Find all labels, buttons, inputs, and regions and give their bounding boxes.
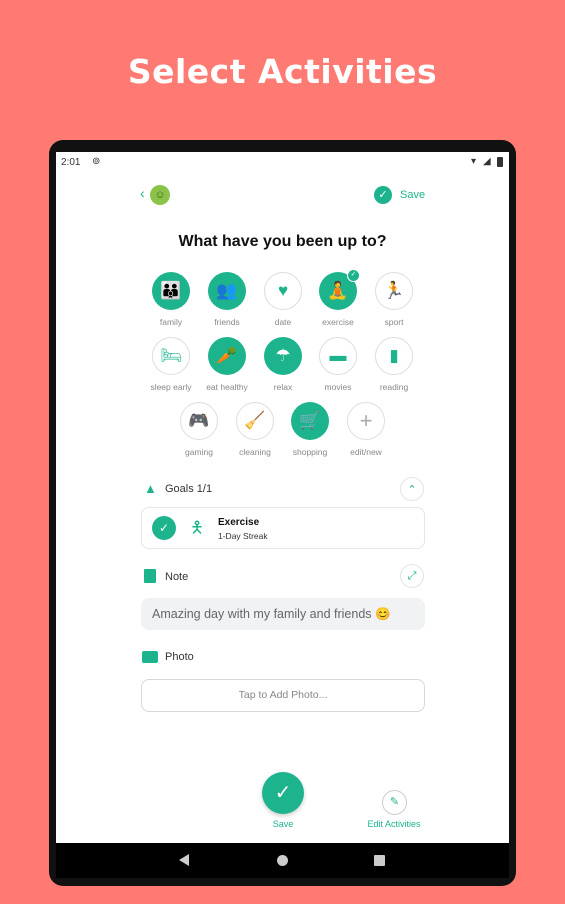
plus-icon: + xyxy=(347,402,385,440)
activity-label: sport xyxy=(384,317,404,327)
activity-label: sleep early xyxy=(150,382,192,392)
wifi-icon: ▾ xyxy=(471,156,477,167)
umbrella-icon: ☂ xyxy=(264,337,302,375)
bed-icon: 🛏 xyxy=(152,337,190,375)
app-screen: 2:01 ⊚ ▾ ◢ ‹ ☺ ✓ Save What have you been… xyxy=(56,152,509,843)
nav-bar xyxy=(56,843,509,878)
headline: Select Activities xyxy=(127,52,438,91)
activity-family[interactable]: 👪 family xyxy=(141,272,201,327)
activity-label: eat healthy xyxy=(206,382,248,392)
friends-icon: 👥 xyxy=(208,272,246,310)
book-icon: ▮ xyxy=(375,337,413,375)
heart-icon: ♥ xyxy=(264,272,302,310)
save-fab-button[interactable]: ✓ xyxy=(262,772,304,814)
cart-icon: 🛒 xyxy=(291,402,329,440)
activity-label: family xyxy=(159,317,183,327)
activity-cleaning[interactable]: 🧹 cleaning xyxy=(225,402,285,457)
add-photo-button[interactable]: Tap to Add Photo... xyxy=(141,679,425,712)
family-icon: 👪 xyxy=(152,272,190,310)
sync-icon: ⊚ xyxy=(92,156,101,167)
home-nav-icon[interactable] xyxy=(277,855,288,866)
activity-date[interactable]: ♥ date xyxy=(253,272,313,327)
recents-nav-icon[interactable] xyxy=(374,855,385,866)
rocket-icon: ▲ xyxy=(144,481,157,496)
activity-reading[interactable]: ▮ reading xyxy=(364,337,424,392)
signal-icon: ◢ xyxy=(483,156,491,167)
activity-edit-new[interactable]: + edit/new xyxy=(336,402,396,457)
back-nav-icon[interactable] xyxy=(179,854,189,866)
exercise-icon: 🯅 xyxy=(190,520,205,537)
goal-check-icon: ✓ xyxy=(152,516,176,540)
activity-label: shopping xyxy=(292,447,328,457)
activity-label: exercise xyxy=(322,317,354,327)
camera-icon xyxy=(142,651,158,663)
check-icon: ✓ xyxy=(374,186,392,204)
goal-streak: 1-Day Streak xyxy=(218,531,268,541)
note-label: Note xyxy=(165,571,189,583)
running-icon: 🏃 xyxy=(375,272,413,310)
edit-activities-button[interactable]: ✎ xyxy=(382,790,407,815)
activity-label: reading xyxy=(379,382,409,392)
activity-movies[interactable]: ▬ movies xyxy=(308,337,368,392)
activity-friends[interactable]: 👥 friends xyxy=(197,272,257,327)
activity-eat-healthy[interactable]: 🥕 eat healthy xyxy=(197,337,257,392)
broom-icon: 🧹 xyxy=(236,402,274,440)
activity-label: movies xyxy=(324,382,352,392)
goals-label: Goals 1/1 xyxy=(165,483,213,495)
photo-label: Photo xyxy=(165,651,194,663)
status-time: 2:01 xyxy=(61,157,81,168)
back-icon[interactable]: ‹ xyxy=(140,185,145,201)
activity-label: cleaning xyxy=(239,447,271,457)
goal-card[interactable]: ✓ 🯅 Exercise 1-Day Streak xyxy=(141,507,425,549)
activity-label: friends xyxy=(214,317,240,327)
activity-label: date xyxy=(274,317,292,327)
note-input[interactable]: Amazing day with my family and friends 😊 xyxy=(141,598,425,630)
header-save-button[interactable]: ✓ Save xyxy=(374,186,425,204)
activity-label: edit/new xyxy=(350,447,382,457)
note-icon xyxy=(144,569,156,583)
collapse-goals-button[interactable]: ⌃ xyxy=(400,477,424,501)
page-title: What have you been up to? xyxy=(178,233,387,250)
activity-exercise[interactable]: 🧘 ✓ exercise xyxy=(308,269,368,327)
mood-avatar-icon[interactable]: ☺ xyxy=(150,185,170,205)
save-fab-label: Save xyxy=(272,819,294,829)
activity-sport[interactable]: 🏃 sport xyxy=(364,272,424,327)
exercise-icon: 🧘 ✓ xyxy=(319,269,360,310)
carrot-icon: 🥕 xyxy=(208,337,246,375)
goal-title: Exercise xyxy=(218,517,260,528)
battery-icon xyxy=(497,157,503,167)
gamepad-icon: 🎮 xyxy=(180,402,218,440)
save-label: Save xyxy=(400,189,426,201)
tv-icon: ▬ xyxy=(319,337,357,375)
activity-label: relax xyxy=(273,382,293,392)
selected-badge-icon: ✓ xyxy=(347,269,360,282)
edit-activities-label: Edit Activities xyxy=(367,819,421,829)
expand-note-button[interactable]: ⤢ xyxy=(400,564,424,588)
activity-label: gaming xyxy=(185,447,213,457)
activity-gaming[interactable]: 🎮 gaming xyxy=(169,402,229,457)
activity-relax[interactable]: ☂ relax xyxy=(253,337,313,392)
activity-sleep-early[interactable]: 🛏 sleep early xyxy=(141,337,201,392)
activity-shopping[interactable]: 🛒 shopping xyxy=(280,402,340,457)
